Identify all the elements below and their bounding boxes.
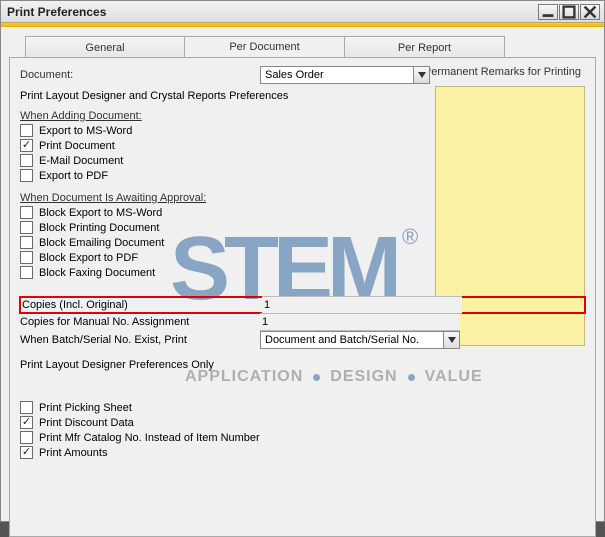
- label-picking-sheet: Print Picking Sheet: [39, 402, 132, 414]
- close-button[interactable]: [580, 4, 600, 20]
- chevron-down-icon: [443, 332, 459, 348]
- checkbox-block-print[interactable]: [20, 221, 33, 234]
- checkbox-block-pdf[interactable]: [20, 251, 33, 264]
- window-title: Print Preferences: [7, 5, 538, 19]
- checkbox-mfr-catalog[interactable]: [20, 431, 33, 444]
- label-block-fax: Block Faxing Document: [39, 267, 155, 279]
- label-print-document: Print Document: [39, 140, 115, 152]
- titlebar: Print Preferences: [1, 1, 604, 23]
- document-dropdown-value: Sales Order: [265, 69, 324, 81]
- tab-per-report[interactable]: Per Report: [345, 36, 505, 58]
- batch-serial-dropdown[interactable]: Document and Batch/Serial No.: [260, 331, 460, 349]
- tab-general[interactable]: General: [25, 36, 185, 58]
- chevron-down-icon: [413, 67, 429, 83]
- copies-incl-original-input[interactable]: 1: [262, 296, 462, 314]
- minimize-button[interactable]: [538, 4, 558, 20]
- label-export-word: Export to MS-Word: [39, 125, 132, 137]
- label-print-amounts: Print Amounts: [39, 447, 107, 459]
- maximize-button[interactable]: [559, 4, 579, 20]
- batch-serial-value: Document and Batch/Serial No.: [265, 334, 419, 346]
- copies-incl-original-label: Copies (Incl. Original): [22, 299, 262, 311]
- label-email-document: E-Mail Document: [39, 155, 123, 167]
- section-awaiting-title: When Document Is Awaiting Approval:: [20, 192, 585, 204]
- checkbox-block-fax[interactable]: [20, 266, 33, 279]
- label-export-pdf: Export to PDF: [39, 170, 108, 182]
- label-mfr-catalog: Print Mfr Catalog No. Instead of Item Nu…: [39, 432, 260, 444]
- checkbox-picking-sheet[interactable]: [20, 401, 33, 414]
- checkbox-discount-data[interactable]: [20, 416, 33, 429]
- label-block-pdf: Block Export to PDF: [39, 252, 138, 264]
- print-preferences-window: Print Preferences General Per Document P…: [0, 0, 605, 522]
- copies-incl-original-row: Copies (Incl. Original) 1: [19, 296, 586, 314]
- section-adding-title: When Adding Document:: [20, 110, 585, 122]
- checkbox-export-pdf[interactable]: [20, 169, 33, 182]
- checkbox-print-amounts[interactable]: [20, 446, 33, 459]
- label-block-word: Block Export to MS-Word: [39, 207, 162, 219]
- checkbox-block-email[interactable]: [20, 236, 33, 249]
- document-dropdown[interactable]: Sales Order: [260, 66, 430, 84]
- checkbox-block-word[interactable]: [20, 206, 33, 219]
- label-discount-data: Print Discount Data: [39, 417, 134, 429]
- checkbox-email-document[interactable]: [20, 154, 33, 167]
- label-block-print: Block Printing Document: [39, 222, 159, 234]
- copies-manual-input[interactable]: 1: [260, 313, 460, 331]
- per-document-panel: STEM® APPLICATION DESIGN VALUE Permanent…: [9, 57, 596, 537]
- section-pld-crystal-label: Print Layout Designer and Crystal Report…: [20, 90, 585, 102]
- tab-bar: General Per Document Per Report: [25, 35, 596, 57]
- label-block-email: Block Emailing Document: [39, 237, 164, 249]
- batch-serial-label: When Batch/Serial No. Exist, Print: [20, 334, 260, 346]
- checkbox-print-document[interactable]: [20, 139, 33, 152]
- section-pld-only-label: Print Layout Designer Preferences Only: [20, 359, 585, 371]
- tab-per-document[interactable]: Per Document: [185, 36, 345, 58]
- document-label: Document:: [20, 69, 260, 81]
- copies-manual-label: Copies for Manual No. Assignment: [20, 316, 260, 328]
- checkbox-export-word[interactable]: [20, 124, 33, 137]
